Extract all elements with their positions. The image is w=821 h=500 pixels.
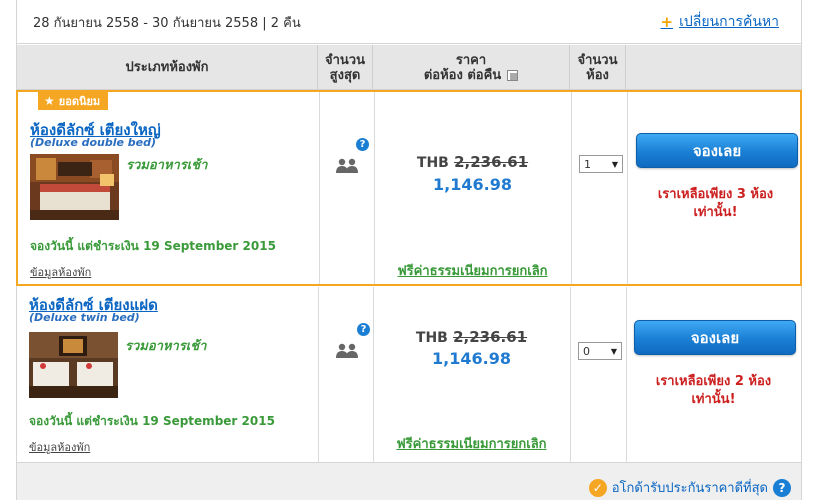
room-selection-panel: 28 กันยายน 2558 - 30 กันยายน 2558 | 2 คื… — [16, 0, 802, 500]
header-price: ราคา ต่อห้อง ต่อคืน — [373, 45, 570, 90]
free-cancellation-link[interactable]: ฟรีค่าธรรมเนียมการยกเลิก — [374, 260, 571, 281]
star-icon: ★ — [44, 94, 55, 108]
header-max-line2: สูงสุด — [329, 67, 361, 83]
divider — [319, 92, 320, 284]
currency: THB — [415, 330, 448, 346]
header-max-line1: จำนวน — [325, 52, 365, 68]
room-photo-image — [29, 332, 118, 398]
divider — [318, 287, 319, 462]
original-price: THB 2,236.61 — [374, 153, 571, 171]
book-now-button[interactable]: จองเลย — [634, 320, 796, 355]
rooms-left-warning: เราเหลือเพียง 3 ห้อง เท่านั้น! — [628, 186, 803, 222]
popular-badge: ★ ยอดนิยม — [38, 92, 109, 110]
book-now-button[interactable]: จองเลย — [636, 133, 798, 168]
breakfast-included: รวมอาหารเช้า — [126, 158, 208, 173]
rooms-left-line1: เราเหลือเพียง 3 ห้อง — [657, 187, 774, 202]
room-quantity-select[interactable]: 0 ▼ — [578, 342, 622, 360]
room-subtitle: (Deluxe twin bed) — [29, 311, 140, 324]
strikethrough-price: 2,236.61 — [453, 328, 528, 346]
header-rooms-line1: จำนวน — [577, 52, 618, 68]
rooms-left-line1: เราเหลือเพียง 2 ห้อง — [655, 374, 772, 389]
breakfast-included: รวมอาหารเช้า — [125, 339, 207, 354]
pay-later-note: จองวันนี้ แต่ชำระเงิน 19 September 2015 — [30, 239, 276, 253]
discount-price: 1,146.98 — [433, 175, 512, 194]
copy-icon[interactable] — [507, 69, 519, 81]
people-icon — [336, 158, 358, 173]
room-info-link[interactable]: ข้อมูลห้องพัก — [29, 438, 90, 456]
search-summary-bar: 28 กันยายน 2558 - 30 กันยายน 2558 | 2 คื… — [17, 0, 801, 44]
pay-later-note: จองวันนี้ แต่ชำระเงิน 19 September 2015 — [29, 414, 275, 428]
header-action — [626, 45, 801, 90]
room-photo-image — [30, 154, 119, 220]
best-price-guarantee[interactable]: ✓ อโกด้ารับประกันราคาดีที่สุด ? — [588, 477, 791, 498]
rooms-left-line2: เท่านั้น! — [691, 392, 736, 407]
divider — [571, 92, 572, 284]
room-photo[interactable] — [29, 332, 118, 398]
check-icon: ✓ — [588, 478, 607, 497]
chevron-down-icon: ▼ — [611, 160, 618, 169]
room-quantity-value: 1 — [584, 157, 591, 171]
strikethrough-price: 2,236.61 — [454, 153, 529, 171]
room-row-deluxe-twin: ห้องดีลักซ์ เตียงแฝด (Deluxe twin bed) ร… — [17, 287, 801, 463]
header-price-line1: ราคา — [455, 52, 487, 68]
help-icon[interactable]: ? — [356, 138, 369, 151]
divider — [570, 287, 571, 462]
help-icon[interactable]: ? — [357, 323, 370, 336]
room-photo[interactable] — [30, 154, 119, 220]
footer-bar: ✓ อโกด้ารับประกันราคาดีที่สุด ? — [17, 463, 801, 500]
room-row-deluxe-double: ★ ยอดนิยม ห้องดีลักซ์ เตียงใหญ่ (Deluxe … — [16, 90, 802, 286]
original-price: THB 2,236.61 — [373, 328, 570, 346]
people-icon — [336, 343, 358, 358]
header-max-occupancy: จำนวน สูงสุด — [318, 45, 373, 90]
plus-icon: + — [660, 13, 674, 31]
header-rooms-line2: ห้อง — [586, 67, 609, 83]
popular-badge-label: ยอดนิยม — [58, 95, 101, 108]
currency: THB — [416, 155, 449, 171]
discount-price: 1,146.98 — [432, 349, 511, 368]
help-icon[interactable]: ? — [773, 478, 791, 497]
table-header: ประเภทห้องพัก จำนวน สูงสุด ราคา ต่อห้อง … — [17, 45, 801, 90]
stay-dates: 28 กันยายน 2558 - 30 กันยายน 2558 | 2 คื… — [33, 16, 301, 31]
rooms-left-warning: เราเหลือเพียง 2 ห้อง เท่านั้น! — [626, 373, 801, 409]
rooms-left-line2: เท่านั้น! — [693, 205, 738, 220]
room-info-link[interactable]: ข้อมูลห้องพัก — [30, 263, 91, 281]
header-rooms: จำนวน ห้อง — [570, 45, 626, 90]
header-price-line2-wrap: ต่อห้อง ต่อคืน — [423, 67, 519, 83]
change-search-link[interactable]: + เปลี่ยนการค้นหา — [661, 11, 780, 33]
chevron-down-icon: ▼ — [610, 347, 617, 356]
room-quantity-value: 0 — [583, 344, 590, 358]
header-price-line2: ต่อห้อง ต่อคืน — [423, 67, 502, 83]
change-search-label: เปลี่ยนการค้นหา — [679, 14, 779, 30]
room-quantity-select[interactable]: 1 ▼ — [579, 155, 623, 173]
free-cancellation-link[interactable]: ฟรีค่าธรรมเนียมการยกเลิก — [373, 433, 570, 454]
header-room-type: ประเภทห้องพัก — [17, 45, 318, 90]
best-price-guarantee-label: อโกด้ารับประกันราคาดีที่สุด — [611, 481, 768, 496]
room-subtitle: (Deluxe double bed) — [30, 136, 157, 149]
